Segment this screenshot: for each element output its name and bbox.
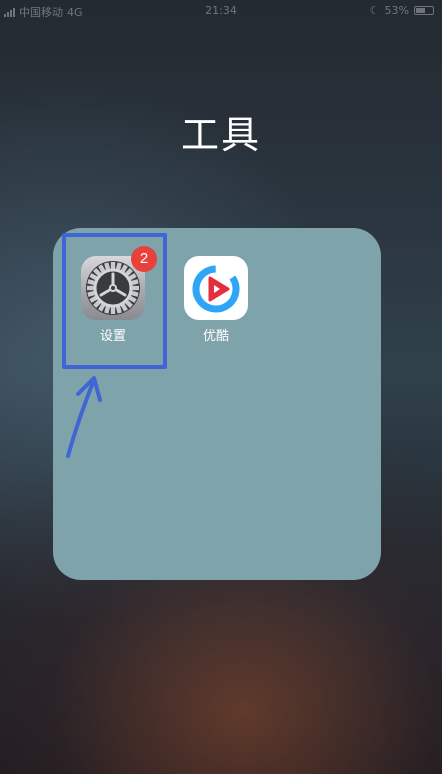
highlight-box	[62, 233, 167, 369]
battery-percent: 53%	[384, 4, 409, 17]
app-youku[interactable]: 优酷	[181, 256, 251, 344]
youku-play-icon	[192, 265, 240, 313]
youku-app-label[interactable]: 优酷	[181, 325, 251, 344]
moon-icon: ☾	[369, 4, 380, 17]
battery-icon	[414, 6, 434, 15]
status-bar: 中国移动 4G 21:34 ☾ 53%	[0, 0, 442, 22]
arrow-up-icon	[66, 376, 102, 458]
youku-app-icon[interactable]	[184, 256, 248, 320]
status-right: ☾ 53%	[370, 4, 434, 17]
folder-title[interactable]: 工具	[0, 104, 442, 159]
